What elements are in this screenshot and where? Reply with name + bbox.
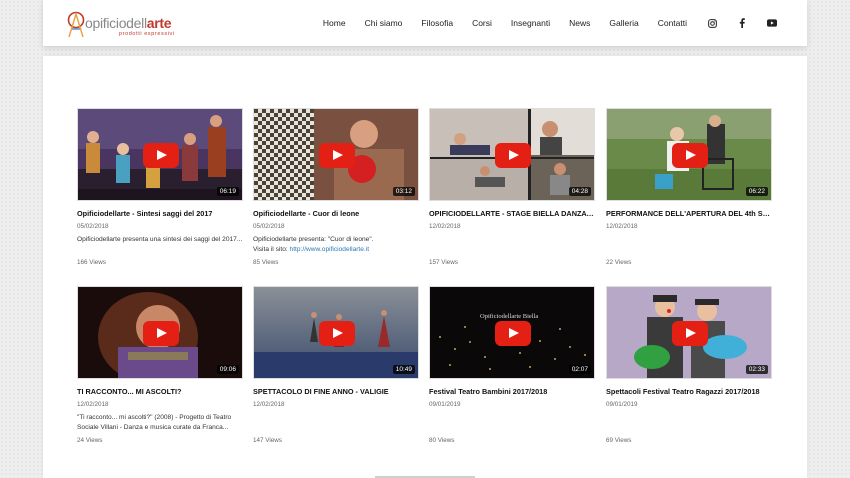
facebook-icon[interactable] — [737, 18, 747, 28]
video-date: 09/01/2019 — [606, 401, 638, 408]
video-duration: 09:06 — [216, 365, 239, 374]
video-date: 12/02/2018 — [77, 401, 109, 408]
play-button[interactable] — [319, 143, 355, 168]
play-button[interactable] — [143, 143, 179, 168]
video-thumbnail[interactable]: 09:06 — [77, 286, 243, 379]
video-thumbnail[interactable]: 10:49 — [253, 286, 419, 379]
play-button[interactable] — [143, 321, 179, 346]
top-navbar: opificiodellarte prodotti espressivi Hom… — [43, 0, 807, 46]
video-description-line2: Visita il sito: http://www.opificiodella… — [253, 245, 419, 255]
play-button[interactable] — [672, 321, 708, 346]
video-views: 22 Views — [606, 259, 632, 266]
play-button[interactable] — [495, 321, 531, 346]
video-card[interactable]: 04:28 OPIFICIODELLARTE - STAGE BIELLA DA… — [429, 108, 595, 266]
nav-filosofia[interactable]: Filosofia — [421, 18, 453, 28]
video-date: 12/02/2018 — [429, 223, 461, 230]
video-views: 157 Views — [429, 259, 458, 266]
logo-tagline: prodotti espressivi — [119, 31, 175, 37]
nav-news[interactable]: News — [569, 18, 590, 28]
video-duration: 02:07 — [568, 365, 591, 374]
video-title[interactable]: Opificiodellarte - Sintesi saggi del 201… — [77, 209, 243, 218]
video-views: 147 Views — [253, 437, 282, 444]
video-description: Opificiodellarte presenta una sintesi de… — [77, 236, 243, 243]
logo-mark-icon — [67, 11, 85, 38]
website-link[interactable]: http://www.opificiodellarte.it — [290, 246, 370, 253]
video-title[interactable]: Opificiodellarte - Cuor di leone — [253, 209, 419, 218]
nav-insegnanti[interactable]: Insegnanti — [511, 18, 550, 28]
video-description — [429, 413, 595, 433]
video-card[interactable]: 03:12 Opificiodellarte - Cuor di leone 0… — [253, 108, 419, 266]
video-card[interactable]: 09:06 TI RACCONTO... MI ASCOLTI? 12/02/2… — [77, 286, 243, 444]
nav-contatti[interactable]: Contatti — [658, 18, 687, 28]
logo-text: opificiodellarte — [85, 15, 172, 31]
video-card[interactable]: 06:19 Opificiodellarte - Sintesi saggi d… — [77, 108, 243, 266]
nav-home[interactable]: Home — [323, 18, 346, 28]
video-views: 80 Views — [429, 437, 455, 444]
video-description — [606, 413, 772, 433]
video-title[interactable]: Festival Teatro Bambini 2017/2018 — [429, 387, 595, 396]
video-card[interactable]: 06:22 PERFORMANCE DELL'APERTURA DEL 4th … — [606, 108, 772, 266]
video-date: 12/02/2018 — [253, 401, 285, 408]
video-thumbnail[interactable]: 04:28 — [429, 108, 595, 201]
video-card[interactable]: 10:49 SPETTACOLO DI FINE ANNO - VALIGIE … — [253, 286, 419, 444]
video-thumbnail[interactable]: 06:19 — [77, 108, 243, 201]
video-description-line1: Opificiodellarte presenta: "Cuor di leon… — [253, 236, 374, 243]
video-description — [606, 235, 772, 255]
video-description: "Ti racconto... mi ascolti?" (2008) - Pr… — [77, 414, 232, 431]
video-title[interactable]: TI RACCONTO... MI ASCOLTI? — [77, 387, 243, 396]
video-thumbnail[interactable]: 06:22 — [606, 108, 772, 201]
video-card[interactable]: Opificiodellarte Biella 02:07 Festival T… — [429, 286, 595, 444]
video-title[interactable]: SPETTACOLO DI FINE ANNO - VALIGIE — [253, 387, 419, 396]
video-duration: 06:22 — [745, 187, 768, 196]
video-description — [429, 235, 595, 255]
video-thumbnail[interactable]: 03:12 — [253, 108, 419, 201]
video-duration: 03:12 — [392, 187, 415, 196]
video-duration: 04:28 — [568, 187, 591, 196]
video-views: 69 Views — [606, 437, 632, 444]
video-date: 05/02/2018 — [77, 223, 109, 230]
video-gallery: 06:19 Opificiodellarte - Sintesi saggi d… — [43, 56, 807, 478]
video-views: 24 Views — [77, 437, 103, 444]
video-description-prefix: Visita il sito: — [253, 246, 290, 253]
youtube-icon[interactable] — [767, 18, 777, 28]
nav-galleria[interactable]: Galleria — [609, 18, 638, 28]
play-button[interactable] — [319, 321, 355, 346]
thumbnail-overlay-text: Opificiodellarte Biella — [480, 313, 539, 320]
video-duration: 02:33 — [745, 365, 768, 374]
video-thumbnail[interactable]: Opificiodellarte Biella 02:07 — [429, 286, 595, 379]
main-menu: Home Chi siamo Filosofia Corsi Insegnant… — [304, 0, 777, 46]
nav-chi-siamo[interactable]: Chi siamo — [365, 18, 403, 28]
logo-text-part2: arte — [146, 15, 172, 31]
video-thumbnail[interactable]: 02:33 — [606, 286, 772, 379]
site-logo[interactable]: opificiodellarte prodotti espressivi — [67, 10, 187, 38]
video-date: 12/02/2018 — [606, 223, 638, 230]
play-button[interactable] — [495, 143, 531, 168]
video-description: Opificiodellarte presenta: "Cuor di leon… — [253, 235, 419, 255]
video-card[interactable]: 02:33 Spettacoli Festival Teatro Ragazzi… — [606, 286, 772, 444]
video-duration: 06:19 — [216, 187, 239, 196]
video-duration: 10:49 — [392, 365, 415, 374]
play-button[interactable] — [672, 143, 708, 168]
video-title[interactable]: PERFORMANCE DELL'APERTURA DEL 4th SOCI..… — [606, 209, 772, 218]
video-date: 05/02/2018 — [253, 223, 285, 230]
video-views: 166 Views — [77, 259, 106, 266]
video-date: 09/01/2019 — [429, 401, 461, 408]
video-description — [253, 413, 419, 433]
logo-text-part1: opificiodell — [85, 15, 147, 31]
video-title[interactable]: Spettacoli Festival Teatro Ragazzi 2017/… — [606, 387, 772, 396]
instagram-icon[interactable] — [707, 18, 717, 28]
nav-corsi[interactable]: Corsi — [472, 18, 492, 28]
video-views: 85 Views — [253, 259, 279, 266]
video-title[interactable]: OPIFICIODELLARTE - STAGE BIELLA DANZA 2.… — [429, 209, 595, 218]
